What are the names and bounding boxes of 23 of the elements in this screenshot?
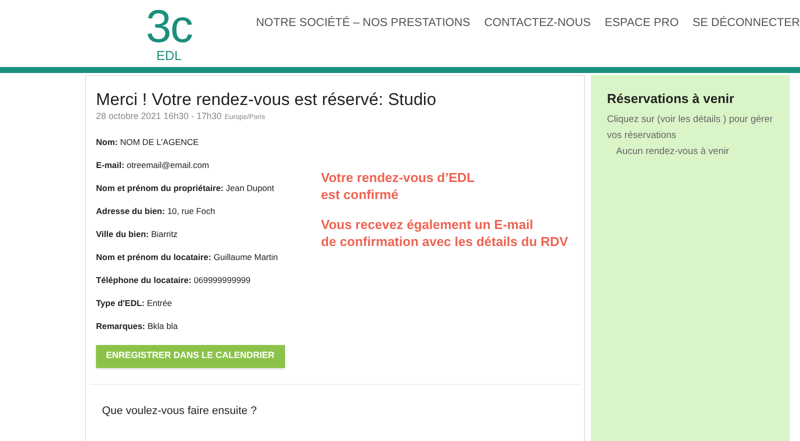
next-steps-heading: Que voulez-vous faire ensuite ? [102,404,258,418]
confirmation-notice: Votre rendez-vous d’EDL est confirmé [321,168,476,202]
nav-link[interactable]: ESPACE PRO [604,15,679,32]
sidebar-title: Réservations à venir [607,90,736,108]
logo-mark: 3c [146,4,192,48]
confirmation-notice: Vous recevez également un E-mail de confirmation avec les détails du RDV [321,216,568,250]
detail-line: Remarques: Bkla bla [96,320,179,332]
detail-line: Nom: NOM DE L'AGENCE [96,136,200,148]
nav-link[interactable]: SE DÉCONNECTER [692,15,800,32]
nav-link[interactable]: NOTRE SOCIÉTÉ – NOS PRESTATIONS [256,15,470,32]
confirmation-title: Merci ! Votre rendez-vous est réservé: Studio [96,90,438,110]
sidebar-text: Cliquez sur (voir les détails ) pour gérer vos réservations [607,112,774,142]
detail-line: Ville du bien: Biarritz [96,228,179,240]
detail-line: Adresse du bien: 10, rue Foch [96,204,216,218]
nav-link[interactable]: CONTACTEZ-NOUS [484,15,591,32]
detail-line: E-mail: otreemail@email.com [96,158,210,172]
logo-text: EDL [155,48,183,63]
detail-line: Type d'EDL: Entrée [96,296,174,310]
empty-message: Aucun rendez-vous à venir [616,144,730,158]
detail-line: Nom et prénom du propriétaire: Jean Dupont [96,182,276,194]
detail-line: Téléphone du locataire: 069999999999 [96,274,252,286]
detail-line: Nom et prénom du locataire: Guillaume Martin [96,250,279,264]
appointment-date: 28 octobre 2021 16h30 - 17h30 [96,110,222,123]
